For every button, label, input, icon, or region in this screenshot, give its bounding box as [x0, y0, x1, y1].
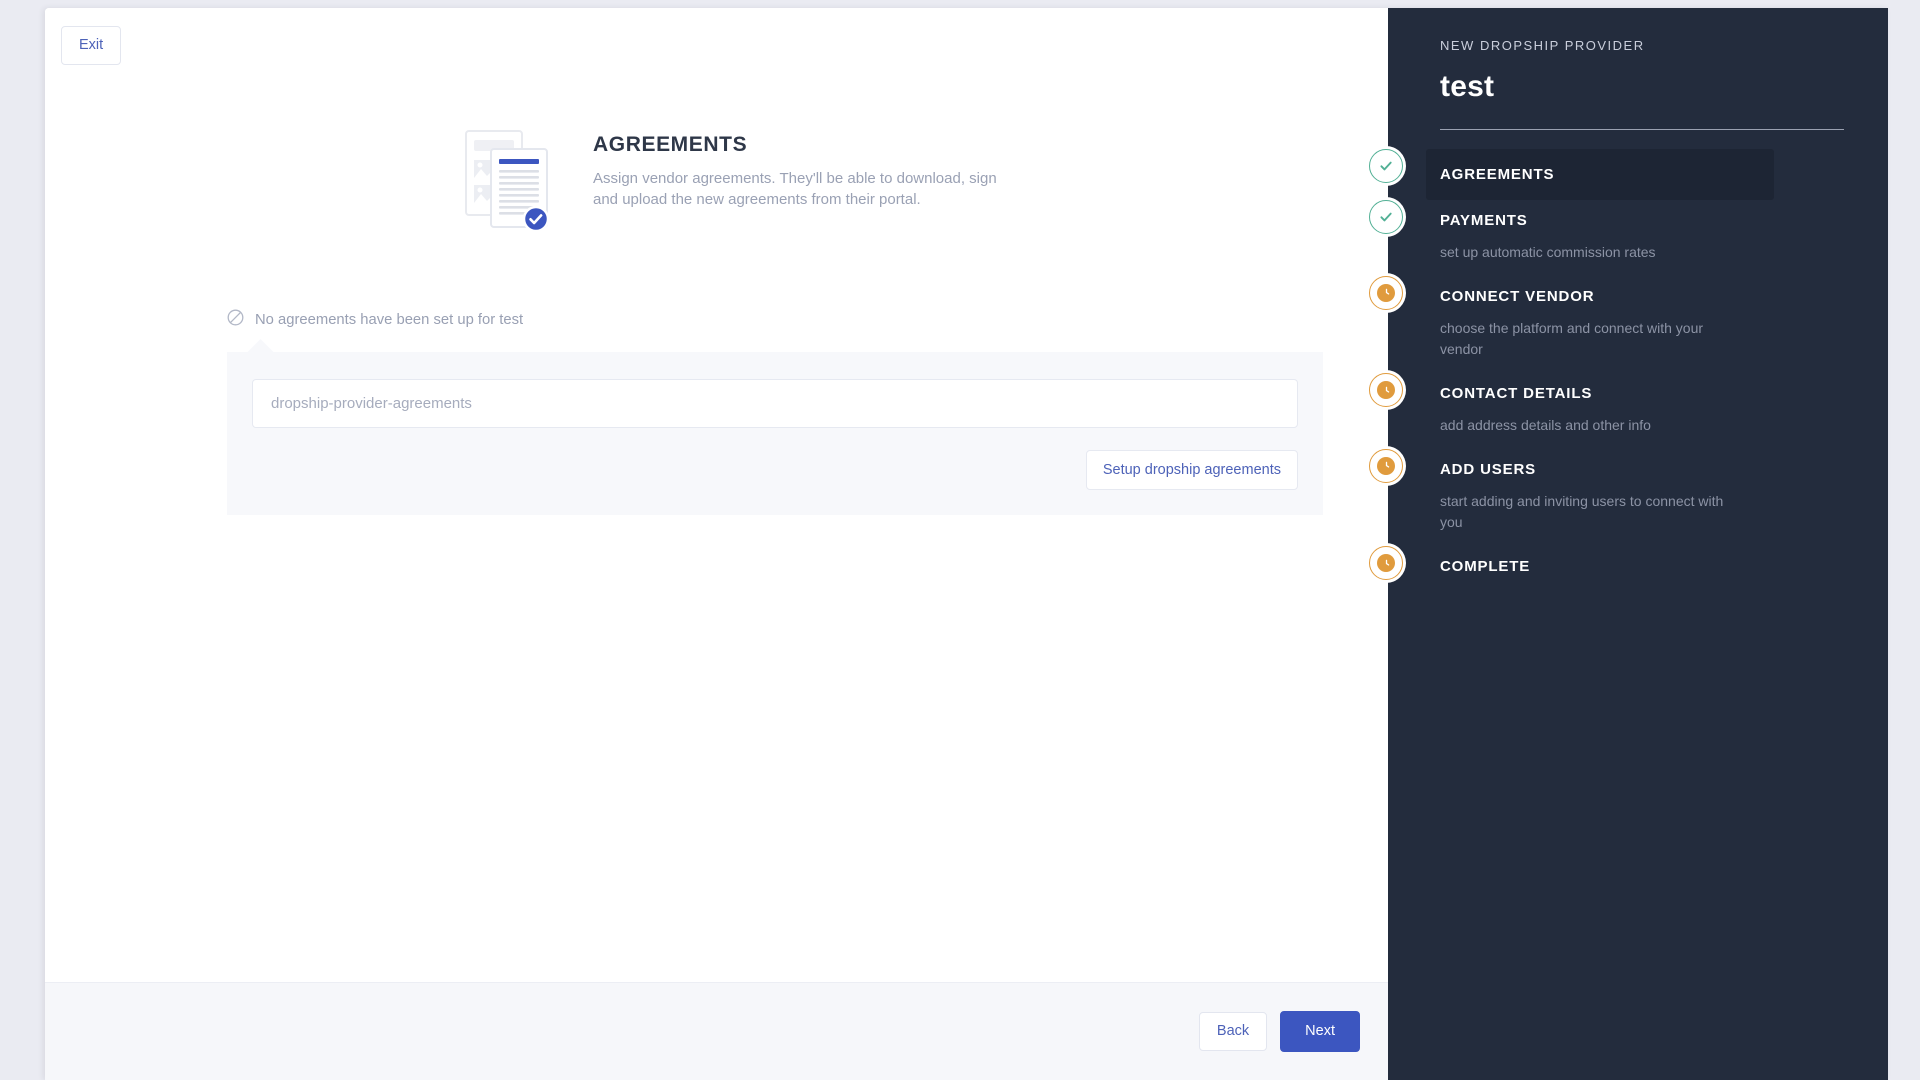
- step-description: set up automatic commission rates: [1440, 244, 1656, 260]
- panel-actions: Setup dropship agreements: [252, 449, 1298, 490]
- step-list: AGREEMENTS PAYMENTS set up automatic commi…: [1369, 149, 1844, 587]
- check-icon: [1369, 200, 1403, 234]
- step-block: ADD USERS start adding and inviting users…: [1440, 449, 1844, 546]
- page-description: Assign vendor agreements. They'll be abl…: [593, 169, 997, 208]
- step-block: PAYMENTS set up automatic commission rate…: [1440, 200, 1844, 276]
- sidebar-step-add-users[interactable]: ADD USERS start adding and inviting users…: [1369, 448, 1844, 546]
- clock-icon: [1369, 546, 1403, 581]
- step-description: choose the platform and connect with you…: [1440, 319, 1704, 358]
- back-button[interactable]: Back: [1198, 1012, 1268, 1051]
- step-label: AGREEMENTS: [1440, 166, 1555, 183]
- wizard-modal: Exit AGREEMENTS Assign vendor agreements…: [45, 8, 1888, 1080]
- step-label: CONTACT DETAILS: [1440, 385, 1593, 403]
- agreements-input-wrapper[interactable]: [252, 378, 1298, 428]
- wizard-sidebar: NEW DROPSHIP PROVIDER test AGREEMENTS PAY…: [1369, 8, 1888, 1080]
- sidebar-divider: [1440, 129, 1844, 130]
- agreements-form-panel: Setup dropship agreements: [227, 338, 1323, 515]
- sidebar-step-payments[interactable]: PAYMENTS set up automatic commission rate…: [1369, 200, 1844, 276]
- sidebar-provider-name: test: [1440, 70, 1495, 103]
- hero-section: AGREEMENTS Assign vendor agreements. The…: [45, 65, 1388, 239]
- content-area: AGREEMENTS Assign vendor agreements. The…: [45, 65, 1388, 983]
- step-block: COMPLETE: [1440, 546, 1844, 587]
- wizard-footer: Back Next: [45, 982, 1388, 1080]
- sidebar-step-contact-details[interactable]: CONTACT DETAILS add address details and o…: [1369, 373, 1844, 449]
- step-block: CONNECT VENDOR choose the platform and co…: [1440, 276, 1844, 373]
- step-description: add address details and other info: [1440, 417, 1651, 434]
- step-block: AGREEMENTS: [1426, 149, 1774, 200]
- step-label: COMPLETE: [1440, 558, 1531, 576]
- page-root: Exit AGREEMENTS Assign vendor agreements…: [0, 0, 1920, 1080]
- setup-dropship-agreements-button[interactable]: Setup dropship agreements: [1085, 449, 1298, 490]
- exit-button[interactable]: Exit: [61, 26, 122, 65]
- step-description: start adding and inviting users to conne…: [1440, 492, 1724, 531]
- empty-state: No agreements have been set up for test: [227, 309, 1388, 331]
- sidebar-step-agreements[interactable]: AGREEMENTS: [1369, 149, 1844, 200]
- step-label: PAYMENTS: [1440, 212, 1528, 229]
- panel-notch: [247, 338, 274, 366]
- topbar: Exit: [45, 8, 1388, 65]
- check-icon: [1369, 149, 1403, 183]
- next-button[interactable]: Next: [1280, 1011, 1360, 1052]
- clock-icon: [1369, 448, 1403, 483]
- sidebar-step-connect-vendor[interactable]: CONNECT VENDOR choose the platform and co…: [1369, 275, 1844, 373]
- clock-icon: [1369, 373, 1403, 408]
- step-block: CONTACT DETAILS add address details and o…: [1440, 373, 1844, 449]
- sidebar-step-complete[interactable]: COMPLETE: [1369, 546, 1844, 587]
- empty-state-message: No agreements have been set up for test: [255, 311, 524, 328]
- clock-icon: [1369, 275, 1403, 310]
- step-label: ADD USERS: [1440, 460, 1536, 478]
- sidebar-kicker: NEW DROPSHIP PROVIDER: [1440, 38, 1645, 53]
- hero-text: AGREEMENTS Assign vendor agreements. The…: [593, 127, 1008, 211]
- no-entry-icon: [227, 309, 244, 331]
- documents-check-illustration: [465, 127, 551, 239]
- agreements-name-input[interactable]: [269, 393, 1281, 413]
- main-pane: Exit AGREEMENTS Assign vendor agreements…: [45, 8, 1388, 1080]
- step-label: CONNECT VENDOR: [1440, 287, 1595, 305]
- page-title: AGREEMENTS: [593, 132, 748, 156]
